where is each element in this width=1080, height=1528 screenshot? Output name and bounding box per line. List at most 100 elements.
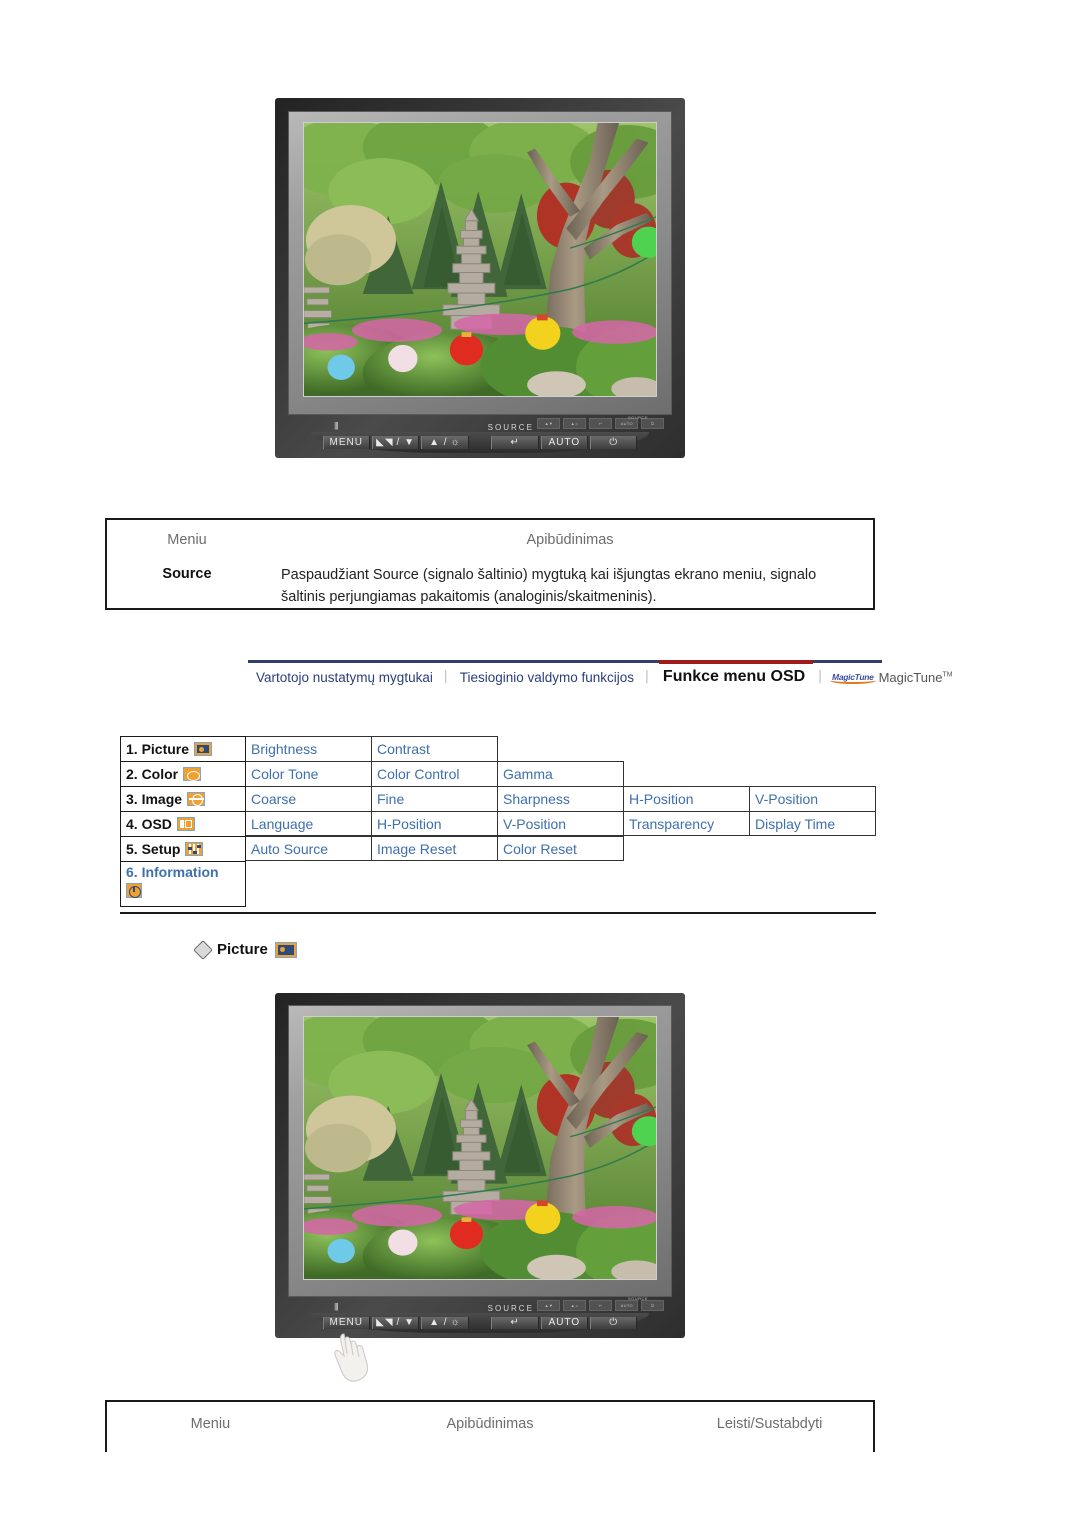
osd-cell-empty [624,736,750,761]
mini-key: ▲▼ [537,1299,561,1311]
brightness-up-button[interactable]: ▲ / ☼ [421,435,469,449]
enter-source-button[interactable]: ↵ [491,435,539,449]
source-description-table: Meniu Apibūdinimas Source Paspaudžiant S… [105,518,875,610]
source-caption: SOURCE [487,422,534,432]
osd-icon [176,817,195,831]
osd-cell-fine[interactable]: Fine [372,786,498,811]
monitor-button-strip: MENU ◣◥ / ▼ ▲ / ☼ ↵ AUTO ⏻ [311,431,649,453]
brightness-icon: ☼ [450,1317,461,1329]
nav-item-osd-menu-functions[interactable]: Funkce menu OSD [653,668,815,686]
monitor-screen [302,121,658,398]
header-description: Apibūdinimas [526,532,614,548]
enter-source-button[interactable]: ↵ [491,1316,539,1330]
row-description-source: Paspaudžiant Source (signalo šaltinio) m… [281,567,817,606]
garden-scene-image [303,122,657,397]
row-menu-source: Source [162,566,212,582]
hand-pointer-icon [330,1330,376,1386]
mini-source-label: SOURCE [627,414,649,420]
osd-row-key-information[interactable]: 6. Information [120,861,246,907]
table-row: 5. Setup Auto Source Image Reset Color R… [120,836,876,861]
mini-key: ▲▼ [537,418,561,430]
osd-row-label: 4. OSD [126,816,172,832]
osd-cell-empty [624,836,750,861]
osd-cell-transparency[interactable]: Transparency [624,811,750,836]
osd-cell-v-position[interactable]: V-Position [750,786,876,811]
mini-key: ↵ [589,1299,613,1311]
nav-separator: │ [442,671,450,683]
header-play-stop: Leisti/Sustabdyti [716,1416,823,1432]
osd-row-key-osd[interactable]: 4. OSD [120,811,246,836]
magictune-logo-icon: MagicTune [830,672,876,684]
setup-icon [185,842,204,856]
osd-cell-gamma[interactable]: Gamma [498,761,624,786]
menu-button[interactable]: MENU [322,435,370,449]
osd-row-key-picture[interactable]: 1. Picture [120,736,246,761]
diamond-bullet-icon [193,939,213,960]
mini-key: AUTO [615,1299,639,1311]
magictune-link[interactable]: MagicTune MagicTuneTM [826,669,953,685]
power-button[interactable]: ⏻ [590,435,638,449]
strip-gap [471,1317,490,1329]
picture-icon [194,742,213,756]
contrast-icon: ◣◥ [376,436,394,448]
osd-cell-empty [624,761,750,786]
picture-section-heading: Picture [193,939,297,960]
mini-key: ▲☼ [563,418,587,430]
page-title: Picture [217,941,268,958]
osd-cell-sharpness[interactable]: Sharpness [498,786,624,811]
osd-row-label: 6. Information [126,864,219,880]
table-header-row: Meniu Apibūdinimas [107,520,873,556]
osd-cell-empty [498,736,624,761]
osd-cell-auto-source[interactable]: Auto Source [246,836,372,861]
table-row: 1. Picture Brightness Contrast [120,736,876,761]
mini-source-label: SOURCE [627,1296,649,1302]
mini-key: ⏻ [641,1299,665,1311]
monitor-control-panel: SOURCE ▲▼ ▲☼ ↵ AUTO ⏻ ||| SOURCE MENU ◣◥… [288,414,672,453]
nav-separator: │ [817,671,825,683]
auto-button[interactable]: AUTO [540,1316,589,1330]
picture-description-table: Meniu Apibūdinimas Leisti/Sustabdyti [105,1400,875,1452]
power-button[interactable]: ⏻ [590,1316,638,1330]
picture-icon [274,941,297,958]
brightness-up-button[interactable]: ▲ / ☼ [421,1316,469,1330]
monitor-illustration-bottom: SOURCE ▲▼ ▲☼ ↵ AUTO ⏻ ||| SOURCE MENU ◣◥… [275,993,685,1338]
contrast-icon: ◣◥ [376,1317,394,1329]
osd-cell-empty [750,761,876,786]
information-icon [126,883,142,899]
osd-cell-h-position[interactable]: H-Position [624,786,750,811]
menu-tick-icon: ||| [334,421,338,431]
osd-cell-color-control[interactable]: Color Control [372,761,498,786]
osd-cell-brightness[interactable]: Brightness [246,736,372,761]
magictune-label: MagicTuneTM [878,669,953,685]
osd-cell-color-reset[interactable]: Color Reset [498,836,624,861]
nav-item-direct-control-functions[interactable]: Tiesioginio valdymo funkcijos [452,670,642,685]
osd-cell-display-time[interactable]: Display Time [750,811,876,836]
osd-cell-language[interactable]: Language [246,811,372,836]
menu-button[interactable]: MENU [322,1316,370,1330]
menu-tick-icon: ||| [334,1302,338,1312]
brightness-icon: ☼ [450,436,461,448]
osd-row-key-setup[interactable]: 5. Setup [120,836,246,861]
osd-cell-contrast[interactable]: Contrast [372,736,498,761]
auto-button[interactable]: AUTO [540,435,589,449]
monitor-bezel [288,110,672,415]
table-header-row: Meniu Apibūdinimas Leisti/Sustabdyti [107,1402,873,1448]
osd-row-key-color[interactable]: 2. Color [120,761,246,786]
nav-items: Vartotojo nustatymų mygtukai │ Tiesiogin… [248,668,953,686]
osd-cell-coarse[interactable]: Coarse [246,786,372,811]
osd-row-label: 5. Setup [126,841,181,857]
table-row: 3. Image Coarse Fine Sharpness H-Positio… [120,786,876,811]
source-caption: SOURCE [487,1303,534,1313]
nav-item-user-control-buttons[interactable]: Vartotojo nustatymų mygtukai [248,670,441,685]
image-icon [187,792,206,806]
image-down-button[interactable]: ◣◥ / ▼ [371,435,420,449]
osd-cell-h-position[interactable]: H-Position [372,811,498,836]
mini-key: ↵ [589,418,613,430]
osd-row-label: 3. Image [126,791,183,807]
osd-cell-image-reset[interactable]: Image Reset [372,836,498,861]
breadcrumb-nav: Vartotojo nustatymų mygtukai │ Tiesiogin… [248,660,953,702]
osd-cell-color-tone[interactable]: Color Tone [246,761,372,786]
osd-cell-v-position[interactable]: V-Position [498,811,624,836]
image-down-button[interactable]: ◣◥ / ▼ [371,1316,420,1330]
osd-row-key-image[interactable]: 3. Image [120,786,246,811]
